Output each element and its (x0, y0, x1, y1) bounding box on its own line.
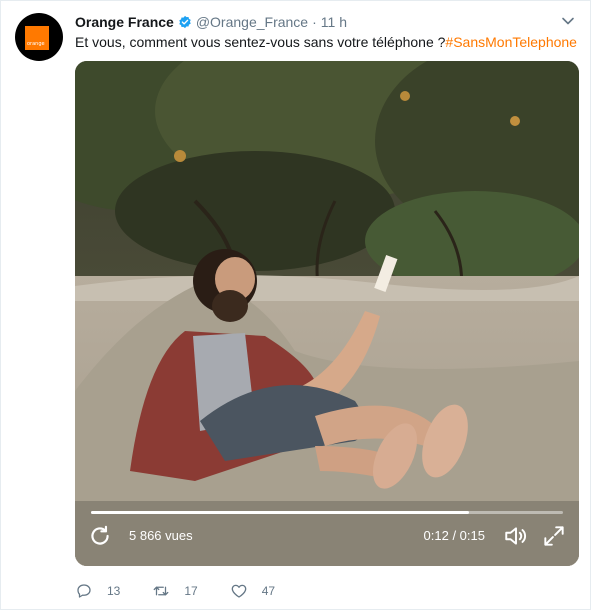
video-controls: 5 866 vues 0:12 / 0:15 (75, 506, 579, 566)
reply-count: 13 (107, 584, 121, 598)
author-handle[interactable]: @Orange_France (196, 14, 308, 30)
tweet-timestamp[interactable]: 11 h (321, 14, 347, 30)
fullscreen-icon[interactable] (541, 523, 567, 549)
orange-logo-text: orange (27, 41, 45, 47)
video-player[interactable]: 5 866 vues 0:12 / 0:15 (75, 61, 579, 566)
author-name[interactable]: Orange France (75, 14, 174, 30)
volume-icon[interactable] (503, 523, 529, 549)
orange-logo: orange (25, 26, 49, 50)
tweet-card: orange Orange France @Orange_France · 11… (0, 0, 591, 610)
view-count: 5 866 vues (129, 528, 193, 543)
reply-icon (77, 584, 91, 598)
tweet-text: Et vous, comment vous sentez-vous sans v… (75, 33, 577, 51)
reply-button[interactable]: 13 (75, 582, 120, 600)
retweet-count: 17 (184, 584, 198, 598)
retweet-icon (153, 586, 169, 596)
retweet-button[interactable]: 17 (152, 582, 198, 600)
tweet-body: Et vous, comment vous sentez-vous sans v… (75, 34, 446, 50)
chevron-down-icon[interactable] (560, 13, 576, 29)
avatar[interactable]: orange (15, 13, 63, 61)
like-count: 47 (261, 584, 276, 598)
tweet-header: Orange France @Orange_France · 11 h (75, 13, 347, 31)
replay-icon[interactable] (87, 523, 113, 549)
verified-badge-icon (179, 15, 191, 29)
heart-icon (231, 584, 247, 598)
video-time: 0:12 / 0:15 (423, 528, 485, 543)
video-frame (75, 61, 579, 566)
header-separator: · (312, 14, 317, 30)
hashtag-link[interactable]: #SansMonTelephone (445, 34, 577, 50)
tweet-actions: 13 17 47 (75, 581, 307, 601)
like-button[interactable]: 47 (230, 582, 275, 600)
